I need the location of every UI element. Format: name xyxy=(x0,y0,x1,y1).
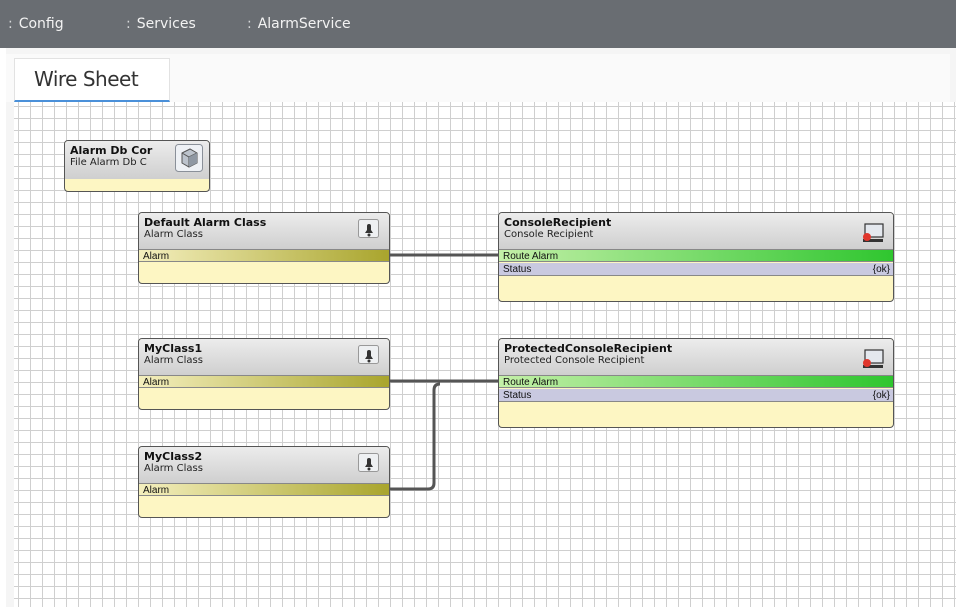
status-value: {ok} xyxy=(872,390,890,401)
breadcrumb-label: Config xyxy=(18,16,64,32)
node-name: ProtectedConsoleRecipient xyxy=(504,342,673,355)
node-header: ConsoleRecipient Console Recipient xyxy=(499,213,893,249)
slot-label: Alarm xyxy=(143,377,170,388)
breadcrumb-separator: : xyxy=(247,16,252,32)
node-header: ProtectedConsoleRecipient Protected Cons… xyxy=(499,339,893,375)
node-console-recipient[interactable]: ConsoleRecipient Console Recipient Route… xyxy=(498,212,894,302)
slot-route-alarm[interactable]: Route Alarm xyxy=(499,249,893,262)
node-type: Alarm Class xyxy=(144,229,203,240)
alarm-bell-icon xyxy=(358,345,379,364)
breadcrumb-services[interactable]: : Services xyxy=(126,0,196,48)
node-type: Protected Console Recipient xyxy=(504,355,645,366)
alarm-bell-icon xyxy=(358,453,379,472)
slot-alarm[interactable]: Alarm xyxy=(139,375,389,388)
slot-label: Route Alarm xyxy=(503,251,559,262)
slot-alarm[interactable]: Alarm xyxy=(139,483,389,496)
top-nav-bar: : Config : Services : AlarmService xyxy=(0,0,956,48)
node-name: Alarm Db Cor xyxy=(70,144,153,157)
node-type: Alarm Class xyxy=(144,355,203,366)
alarm-bell-icon xyxy=(358,219,379,238)
node-myclass1[interactable]: MyClass1 Alarm Class Alarm xyxy=(138,338,390,410)
node-name: MyClass1 xyxy=(144,342,203,355)
tab-wire-sheet[interactable]: Wire Sheet xyxy=(14,58,170,102)
slot-status[interactable]: Status {ok} xyxy=(499,389,893,402)
breadcrumb-config[interactable]: : Config xyxy=(8,0,64,48)
slot-alarm[interactable]: Alarm xyxy=(139,249,389,262)
slot-route-alarm[interactable]: Route Alarm xyxy=(499,375,893,388)
node-header: MyClass1 Alarm Class xyxy=(139,339,389,375)
breadcrumb-alarmservice[interactable]: : AlarmService xyxy=(247,0,351,48)
slot-label: Alarm xyxy=(143,485,170,496)
node-protected-console-recipient[interactable]: ProtectedConsoleRecipient Protected Cons… xyxy=(498,338,894,428)
slot-label: Route Alarm xyxy=(503,377,559,388)
breadcrumb-label: Services xyxy=(136,16,196,32)
breadcrumb-separator: : xyxy=(8,16,13,32)
node-header: MyClass2 Alarm Class xyxy=(139,447,389,483)
tab-label: Wire Sheet xyxy=(34,67,139,91)
console-monitor-icon xyxy=(863,349,884,368)
node-alarm-db[interactable]: Alarm Db Cor File Alarm Db C xyxy=(64,140,210,192)
breadcrumb-separator: : xyxy=(126,16,131,32)
cube-icon xyxy=(175,144,203,172)
node-name: ConsoleRecipient xyxy=(504,216,612,229)
node-type: Console Recipient xyxy=(504,229,594,240)
slot-label: Status xyxy=(503,390,532,401)
node-type: Alarm Class xyxy=(144,463,203,474)
node-name: MyClass2 xyxy=(144,450,203,463)
breadcrumb-label: AlarmService xyxy=(257,16,351,32)
slot-status[interactable]: Status {ok} xyxy=(499,263,893,276)
slot-label: Status xyxy=(503,264,532,275)
slot-label: Alarm xyxy=(143,251,170,262)
node-default-alarm-class[interactable]: Default Alarm Class Alarm Class Alarm xyxy=(138,212,390,284)
node-header: Default Alarm Class Alarm Class xyxy=(139,213,389,249)
status-value: {ok} xyxy=(872,264,890,275)
node-type: File Alarm Db C xyxy=(70,157,147,168)
node-name: Default Alarm Class xyxy=(144,216,267,229)
node-myclass2[interactable]: MyClass2 Alarm Class Alarm xyxy=(138,446,390,518)
console-monitor-icon xyxy=(863,223,884,242)
